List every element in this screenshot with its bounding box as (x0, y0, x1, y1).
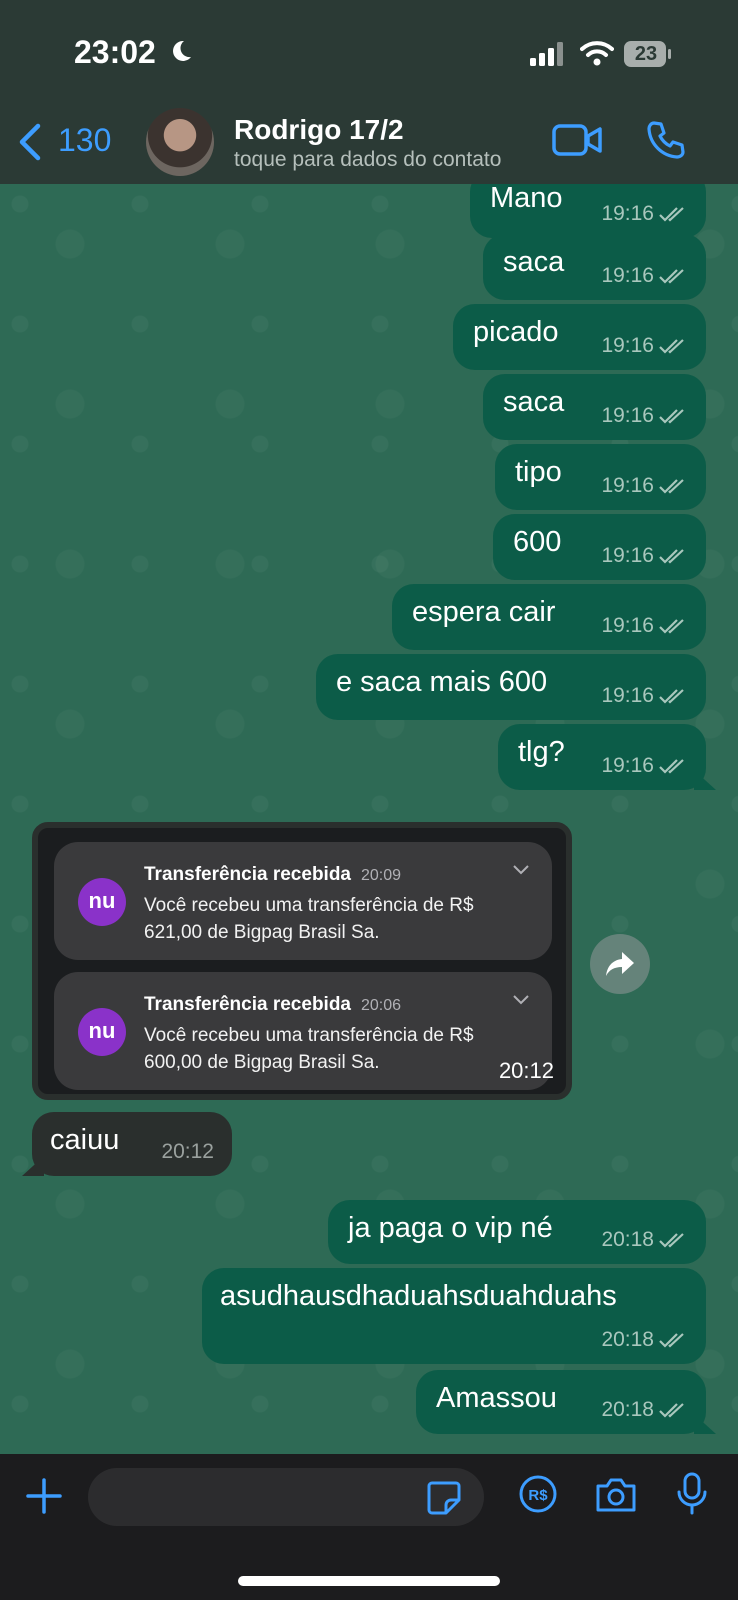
contact-name[interactable]: Rodrigo 17/2 (234, 114, 404, 146)
message-time: 19:16 (601, 334, 688, 358)
read-ticks-icon (659, 269, 684, 285)
read-ticks-icon (659, 619, 684, 635)
video-call-icon[interactable] (552, 124, 602, 156)
read-ticks-icon (659, 1233, 684, 1249)
microphone-icon[interactable] (676, 1472, 708, 1516)
payment-icon[interactable]: R$ (518, 1474, 558, 1514)
message-text: tlg? (518, 736, 565, 768)
message-text: ja paga o vip né (348, 1212, 553, 1244)
message-time: 20:18 (601, 1328, 688, 1352)
message-bubble[interactable]: espera cair 19:16 (392, 584, 706, 650)
status-time: 23:02 (74, 34, 156, 70)
message-time: 20:12 (161, 1140, 214, 1163)
message-text: Amassou (436, 1382, 557, 1414)
notification-title: Transferência recebida 20:06 (144, 994, 402, 1015)
read-ticks-icon (659, 1403, 684, 1419)
message-bubble[interactable]: saca 19:16 (483, 374, 706, 440)
cellular-signal-icon (530, 42, 563, 66)
moon-icon (173, 40, 191, 61)
composer-bar: R$ (0, 1454, 738, 1600)
top-bar: 23:02 23 130 Rodrigo 17/2 toque para dad… (0, 0, 738, 184)
chevron-down-icon (513, 995, 529, 1005)
message-text: picado (473, 316, 559, 348)
image-message-time: 20:12 (498, 1058, 554, 1083)
chat-area[interactable]: Mano 19:16 saca 19:16 picado 19:16 saca … (0, 184, 738, 1454)
chevron-left-icon[interactable] (16, 122, 44, 162)
read-ticks-icon (659, 549, 684, 565)
message-time: 19:16 (601, 404, 688, 428)
message-time: 19:16 (601, 614, 688, 638)
notification-body: Você recebeu uma transferência de R$ 600… (144, 1025, 474, 1073)
home-indicator (238, 1576, 500, 1586)
back-unread-count[interactable]: 130 (58, 122, 111, 159)
message-text: tipo (515, 456, 562, 488)
message-bubble[interactable]: caiuu 20:12 (22, 1112, 232, 1176)
notification-title: Transferência recebida 20:09 (144, 864, 402, 885)
message-bubble[interactable]: tipo 19:16 (495, 444, 706, 510)
message-text: saca (503, 246, 565, 278)
forward-button[interactable] (590, 934, 650, 994)
battery-level: 23 (634, 43, 658, 65)
notification-body: Você recebeu uma transferência de R$ 621… (144, 895, 474, 943)
message-time: 19:16 (601, 264, 688, 288)
read-ticks-icon (659, 339, 684, 355)
message-bubble[interactable]: Amassou 20:18 (416, 1370, 716, 1434)
message-text: Mano (490, 184, 563, 214)
nubank-logo: nu (78, 878, 126, 926)
plus-icon[interactable] (24, 1476, 64, 1516)
svg-text:R$: R$ (528, 1487, 548, 1504)
message-input[interactable] (88, 1468, 484, 1526)
read-ticks-icon (659, 689, 684, 705)
message-text: saca (503, 386, 565, 418)
image-message[interactable]: nu Transferência recebida 20:09 Você rece… (32, 822, 572, 1100)
message-bubble[interactable]: picado 19:16 (453, 304, 706, 370)
message-time: 20:18 (601, 1228, 688, 1252)
camera-icon[interactable] (594, 1476, 638, 1514)
phone-icon[interactable] (646, 120, 686, 160)
message-time: 19:16 (601, 754, 688, 778)
read-ticks-icon (659, 207, 684, 223)
message-time: 19:16 (601, 202, 688, 226)
bubble-tail (22, 1156, 44, 1176)
message-text: e saca mais 600 (336, 666, 548, 698)
read-ticks-icon (659, 759, 684, 775)
message-time: 19:16 (601, 684, 688, 708)
notification-card: nu Transferência recebida 20:06 Você rece… (54, 972, 552, 1090)
contact-subtitle[interactable]: toque para dados do contato (234, 148, 534, 172)
read-ticks-icon (659, 479, 684, 495)
bubble-tail (694, 1414, 716, 1434)
message-bubble[interactable]: ja paga o vip né 20:18 (328, 1200, 706, 1264)
forward-icon (606, 952, 634, 976)
message-time: 19:16 (601, 544, 688, 568)
read-ticks-icon (659, 409, 684, 425)
message-text: caiuu (50, 1124, 120, 1156)
message-bubble[interactable]: Mano 19:16 (470, 184, 706, 238)
message-bubble[interactable]: saca 19:16 (483, 234, 706, 300)
notification-time: 20:06 (361, 997, 402, 1014)
notification-time: 20:09 (361, 867, 402, 884)
message-bubble[interactable]: tlg? 19:16 (498, 724, 716, 790)
bubble-tail (694, 770, 716, 790)
message-time: 20:18 (601, 1398, 688, 1422)
read-ticks-icon (659, 1333, 684, 1349)
message-bubble[interactable]: e saca mais 600 19:16 (316, 654, 706, 720)
message-text: espera cair (412, 596, 556, 628)
avatar[interactable] (146, 108, 214, 176)
message-time: 19:16 (601, 474, 688, 498)
chevron-down-icon (513, 865, 529, 875)
wifi-icon (580, 41, 614, 66)
message-bubble[interactable]: 600 19:16 (493, 514, 706, 580)
message-text: asudhausdhaduahsduahduahs (220, 1280, 617, 1312)
notification-card: nu Transferência recebida 20:09 Você rece… (54, 842, 552, 960)
message-bubble[interactable]: asudhausdhaduahsduahduahs 20:18 (202, 1268, 706, 1364)
sticker-icon[interactable] (426, 1480, 462, 1516)
message-text: 600 (513, 526, 562, 558)
nubank-logo: nu (78, 1008, 126, 1056)
